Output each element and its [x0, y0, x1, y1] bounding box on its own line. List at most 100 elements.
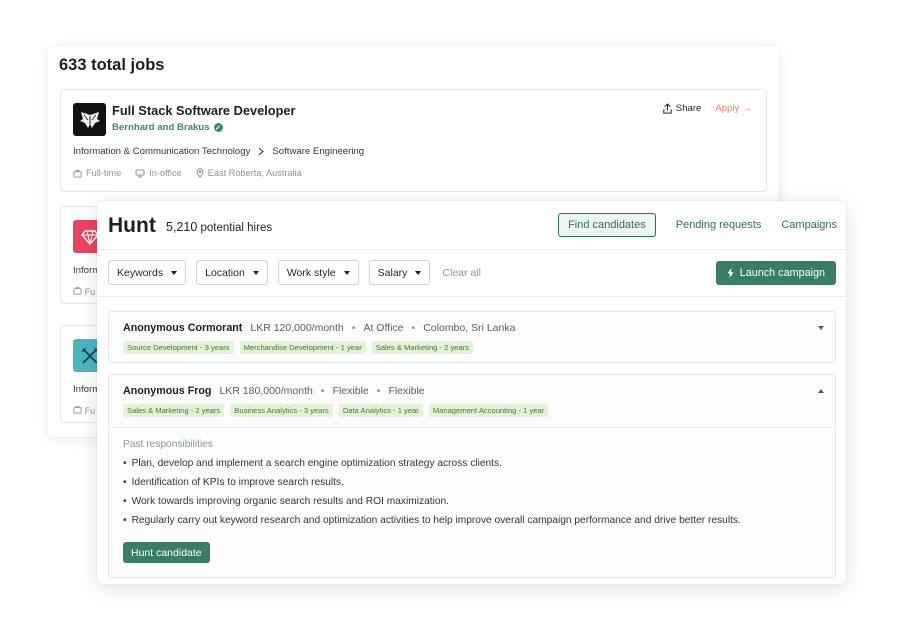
share-button[interactable]: Share	[662, 103, 702, 114]
work-mode: In-office	[135, 168, 182, 178]
keywords-filter[interactable]: Keywords	[108, 260, 187, 285]
bullet: •	[123, 477, 127, 488]
work-style-filter[interactable]: Work style	[277, 260, 359, 285]
candidate-header: Anonymous Cormorant LKR 120,000/month • …	[123, 322, 515, 334]
apply-label: Apply	[715, 103, 740, 114]
jobs-total-title: 633 total jobs	[59, 56, 165, 74]
skill-tag: Merchandise Development - 1 year	[239, 341, 366, 354]
responsibilities-list: • Plan, develop and implement a search en…	[123, 458, 741, 534]
responsibility-text: Identification of KPIs to improve search…	[131, 477, 344, 488]
location-pin-icon	[196, 168, 204, 178]
separator-dot: •	[320, 385, 325, 397]
responsibility-text: Plan, develop and implement a search eng…	[131, 458, 502, 469]
caret-down-icon	[171, 270, 178, 275]
work-mode-label: In-office	[149, 168, 182, 178]
employment-type-partial: Fu	[84, 406, 96, 416]
job-meta-partial: Fu	[73, 286, 95, 297]
list-item: • Regularly carry out keyword research an…	[123, 515, 741, 534]
candidate-salary: LKR 180,000/month	[219, 385, 313, 397]
subcategory-label: Software Engineering	[272, 146, 365, 157]
chevron-right-icon	[259, 147, 265, 156]
responsibility-text: Work towards improving organic search re…	[131, 496, 450, 507]
filter-label: Keywords	[117, 266, 164, 279]
bolt-icon	[727, 268, 734, 278]
category-label: Information & Communication Technology	[73, 146, 251, 157]
job-location: East Roberta, Australia	[196, 168, 302, 178]
tab-campaigns[interactable]: Campaigns	[781, 219, 837, 231]
employment-type: Full-time	[73, 168, 121, 178]
salary-filter[interactable]: Salary	[368, 260, 431, 285]
responsibility-text: Regularly carry out keyword research and…	[131, 515, 741, 526]
filter-label: Work style	[286, 266, 336, 279]
skill-tag: Sales & Marketing - 2 years	[371, 341, 474, 354]
employment-type-label: Full-time	[86, 168, 122, 178]
company-name-text: Bernhard and Brakus	[112, 122, 210, 133]
filter-divider	[97, 296, 846, 297]
job-title[interactable]: Full Stack Software Developer	[112, 103, 295, 118]
hires-count-number: 5,210	[166, 220, 198, 234]
responsibilities-title: Past responsibilities	[123, 439, 214, 450]
wings-logo-icon	[79, 111, 100, 128]
list-item: • Identification of KPIs to improve searc…	[123, 477, 741, 496]
employment-type-partial: Fu	[84, 287, 96, 297]
company-logo	[73, 103, 106, 136]
briefcase-icon	[73, 169, 82, 178]
tab-pending-requests[interactable]: Pending requests	[676, 219, 762, 231]
caret-down-icon	[252, 270, 259, 275]
gem-logo-icon	[80, 229, 99, 245]
potential-hires-count: 5,210 potential hires	[166, 220, 272, 234]
candidate-location: Colombo, Sri Lanka	[423, 322, 516, 334]
candidate-work-style: Flexible	[332, 385, 369, 397]
job-card[interactable]: Full Stack Software Developer Bernhard a…	[60, 89, 767, 192]
candidate-salary: LKR 120,000/month	[250, 322, 344, 334]
skill-tags: Sales & Marketing - 2 years Business Ana…	[123, 404, 549, 417]
clear-all-button[interactable]: Clear all	[442, 267, 481, 279]
caret-down-icon	[415, 270, 422, 275]
launch-campaign-label: Launch campaign	[739, 267, 825, 279]
separator-dot: •	[376, 385, 381, 397]
launch-campaign-button[interactable]: Launch campaign	[715, 261, 836, 285]
apply-button[interactable]: Apply →	[715, 103, 752, 114]
skill-tag: Data Analytics - 1 year	[338, 404, 423, 417]
hires-count-label: potential hires	[200, 222, 273, 234]
monitor-icon	[135, 169, 145, 177]
filter-bar: Keywords Location Work style Salary Clea…	[108, 260, 481, 285]
share-icon	[663, 103, 672, 114]
candidate-name: Anonymous Frog	[123, 385, 212, 397]
job-location-label: East Roberta, Australia	[207, 168, 302, 178]
separator-dot: •	[351, 322, 356, 334]
filter-label: Location	[205, 266, 245, 279]
candidate-header: Anonymous Frog LKR 180,000/month • Flexi…	[123, 385, 425, 397]
candidate-name: Anonymous Cormorant	[123, 322, 243, 334]
expand-caret-icon[interactable]	[818, 326, 824, 330]
candidate-location: Flexible	[388, 385, 425, 397]
bullet: •	[123, 515, 127, 526]
job-meta: Full-time In-office East Roberta, Austra…	[73, 168, 302, 178]
job-actions: Share Apply →	[662, 103, 752, 114]
hunt-nav: Find candidates Pending requests Campaig…	[558, 213, 837, 237]
location-filter[interactable]: Location	[196, 260, 268, 285]
skill-tag: Business Analytics - 3 years	[230, 404, 333, 417]
header-divider	[97, 249, 846, 250]
company-name[interactable]: Bernhard and Brakus ✓	[112, 122, 223, 133]
candidate-divider	[109, 427, 835, 428]
briefcase-icon	[73, 286, 82, 295]
hunt-panel: Hunt 5,210 potential hires Find candidat…	[97, 201, 846, 584]
arrow-right-icon: →	[742, 103, 752, 114]
tab-find-candidates[interactable]: Find candidates	[558, 213, 656, 237]
page-title: Hunt	[108, 214, 156, 237]
filter-label: Salary	[377, 266, 408, 279]
list-item: • Work towards improving organic search r…	[123, 496, 741, 515]
job-category: Information & Communication Technology S…	[73, 146, 364, 157]
candidate-card[interactable]: Anonymous Cormorant LKR 120,000/month • …	[108, 311, 836, 363]
separator-dot: •	[411, 322, 416, 334]
list-item: • Plan, develop and implement a search en…	[123, 458, 741, 477]
candidate-card[interactable]: Anonymous Frog LKR 180,000/month • Flexi…	[108, 374, 836, 578]
collapse-caret-icon[interactable]	[818, 389, 824, 393]
skill-tag: Management Accounting - 1 year	[428, 404, 549, 417]
caret-down-icon	[343, 270, 350, 275]
share-label: Share	[675, 103, 702, 114]
skill-tag: Sales & Marketing - 2 years	[123, 404, 225, 417]
hunt-candidate-button[interactable]: Hunt candidate	[123, 542, 210, 563]
job-meta-partial: Fu	[73, 405, 95, 416]
